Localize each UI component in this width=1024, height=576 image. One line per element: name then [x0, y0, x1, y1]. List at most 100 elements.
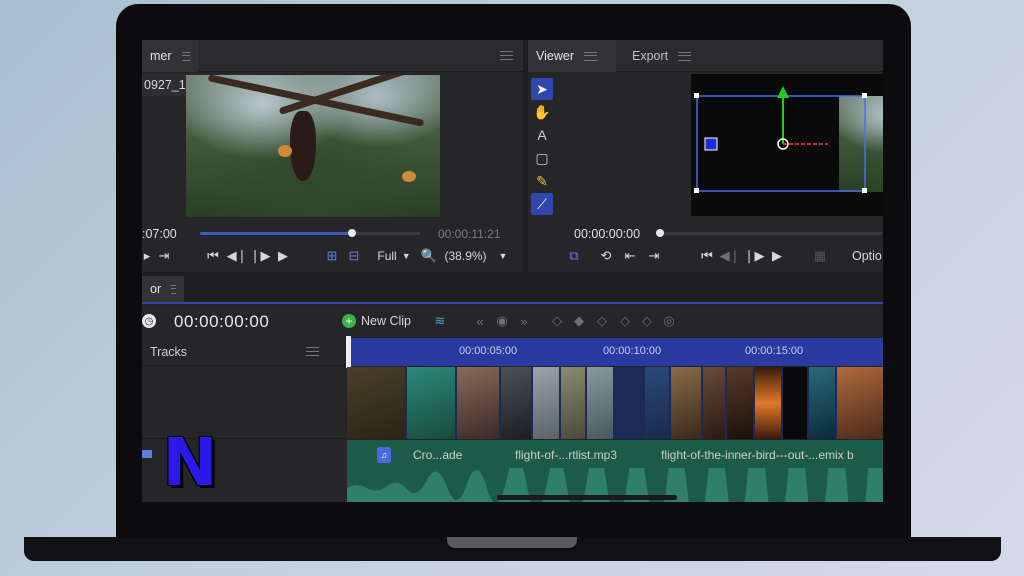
video-clip-thumbnail[interactable]: [407, 367, 455, 439]
keyframe-icon[interactable]: ◇: [550, 313, 564, 329]
leaf-shape: [402, 171, 416, 182]
skip-back-icon[interactable]: ⏮: [700, 248, 714, 264]
snapshot-icon[interactable]: ⧉: [566, 248, 582, 264]
source-scrub-bar[interactable]: [200, 229, 420, 237]
quality-dropdown[interactable]: Full ▼: [374, 248, 414, 264]
grid-icon[interactable]: ▦: [812, 246, 828, 266]
menu-icon[interactable]: [171, 284, 176, 294]
video-clip-thumbnail[interactable]: [727, 367, 753, 439]
keyframe-icon[interactable]: ◎: [662, 313, 676, 329]
program-scrub-bar[interactable]: [656, 229, 883, 237]
audio-track-header: N: [142, 430, 346, 502]
video-clip-thumbnail[interactable]: [561, 367, 585, 439]
source-scrub-knob[interactable]: [347, 229, 356, 237]
handle[interactable]: [862, 93, 867, 98]
tab-source-viewer[interactable]: mer: [142, 40, 198, 72]
zoom-dropdown[interactable]: (38.9%) ▼: [440, 248, 512, 264]
program-scrub-knob[interactable]: [656, 229, 664, 237]
anchor-square[interactable]: [704, 137, 718, 151]
tab-label: mer: [150, 49, 172, 63]
video-track[interactable]: [347, 367, 883, 439]
video-clip-thumbnail[interactable]: [671, 367, 701, 439]
source-current-time: :07:00: [142, 227, 177, 241]
leaf-shape: [278, 145, 292, 157]
video-clip-thumbnail[interactable]: [501, 367, 531, 439]
chevron-down-icon: ▼: [498, 251, 508, 261]
new-clip-button[interactable]: + New Clip: [342, 314, 411, 328]
handle[interactable]: [694, 93, 699, 98]
video-clip-thumbnail[interactable]: [755, 367, 781, 439]
folder-icon: [142, 450, 152, 458]
video-clip-thumbnail[interactable]: [837, 367, 883, 439]
program-viewer-panel: Viewer Export ➤ ✋ A ▢ ✎ ⟋ 00:00:00:00 ⧉ …: [528, 40, 883, 272]
source-viewer-panel: mer 0927_163445.mp4 :07:00 00:00:11:21 ▸…: [142, 40, 523, 272]
video-clip-thumbnail[interactable]: [703, 367, 725, 439]
next-keyframe-icon[interactable]: »: [516, 313, 532, 329]
quality-value: Full: [377, 249, 397, 263]
tab-label: or: [150, 282, 162, 296]
step-back-icon[interactable]: ◀❘: [227, 248, 248, 264]
timeline-ruler[interactable]: 00:00:05:00 00:00:10:00 00:00:15:00: [347, 338, 883, 366]
audio-clip[interactable]: flight-of-the-inner-bird---out-...emix b: [661, 444, 883, 466]
arrow-right-icon[interactable]: ▸: [142, 248, 152, 264]
laptop-notch: [447, 537, 577, 548]
ruler-mark: 00:00:05:00: [459, 345, 518, 357]
handle[interactable]: [694, 188, 699, 193]
play-icon[interactable]: ▶: [276, 248, 290, 264]
keyframe-icon[interactable]: ◇: [595, 313, 609, 329]
add-keyframe-icon[interactable]: ◉: [494, 313, 510, 329]
insert-clip-icon[interactable]: ⊞: [324, 248, 340, 264]
overlay-logo: N: [160, 424, 220, 501]
program-current-time: 00:00:00:00: [574, 227, 641, 241]
overwrite-clip-icon[interactable]: ⊟: [346, 248, 362, 264]
play-icon[interactable]: ▶: [770, 248, 784, 264]
selection-box: [696, 95, 866, 192]
step-back-icon[interactable]: ◀❘: [720, 248, 741, 264]
audio-clip[interactable]: ♫ Cro...ade: [377, 444, 497, 466]
bat-shape: [290, 111, 316, 181]
step-forward-icon[interactable]: ❘▶: [744, 248, 765, 264]
zoom-value: (38.9%): [444, 249, 487, 263]
timeline-panel: or ◷ 00:00:00:00 + New Clip ≋ « ◉ » ◇ ◆ …: [142, 276, 883, 502]
audio-track[interactable]: ♫ Cro...ade flight-of-...rtlist.mp3 flig…: [347, 440, 883, 502]
video-clip-thumbnail[interactable]: [347, 367, 405, 439]
new-clip-label: New Clip: [361, 314, 412, 328]
source-viewer-tabbar: mer: [142, 40, 523, 72]
tracks-header: Tracks: [142, 338, 346, 366]
menu-icon[interactable]: [181, 51, 191, 61]
layers-icon[interactable]: ≋: [432, 313, 448, 329]
video-clip-thumbnail[interactable]: [783, 367, 807, 439]
zoom-icon[interactable]: 🔍: [421, 248, 437, 264]
timeline-timecode: 00:00:00:00: [174, 312, 270, 331]
mark-out-icon[interactable]: ⇤: [622, 248, 638, 264]
mark-in-icon[interactable]: ⇥: [156, 248, 172, 264]
overlay-logo-letter: N: [162, 424, 218, 501]
horizontal-scrollbar[interactable]: [497, 495, 677, 500]
audio-clip[interactable]: flight-of-...rtlist.mp3: [515, 444, 655, 466]
playhead[interactable]: [346, 336, 351, 368]
transform-gizmo[interactable]: [528, 40, 883, 220]
tab-timeline[interactable]: or: [142, 276, 184, 302]
prev-keyframe-icon[interactable]: «: [472, 313, 488, 329]
timeline-tabbar: or: [142, 276, 883, 304]
options-button[interactable]: Optio: [852, 249, 882, 263]
handle[interactable]: [862, 188, 867, 193]
video-clip-thumbnail[interactable]: [457, 367, 499, 439]
video-clip-thumbnail[interactable]: [533, 367, 559, 439]
keyframe-icon[interactable]: ◆: [572, 313, 586, 329]
loop-icon[interactable]: ⟲: [598, 248, 614, 264]
panel-menu-icon[interactable]: [500, 51, 513, 60]
keyframe-icon[interactable]: ◇: [640, 313, 654, 329]
chevron-down-icon: ▼: [401, 251, 411, 261]
mark-in-icon[interactable]: ⇥: [646, 248, 662, 264]
menu-icon[interactable]: [306, 347, 319, 356]
skip-back-icon[interactable]: ⏮: [206, 248, 220, 264]
gizmo-y-arrow[interactable]: [777, 86, 789, 98]
video-clip-thumbnail[interactable]: [809, 367, 835, 439]
audio-file-icon: ♫: [377, 447, 391, 463]
keyframe-icon[interactable]: ◇: [618, 313, 632, 329]
step-forward-icon[interactable]: ❘▶: [250, 248, 271, 264]
video-clip-thumbnail[interactable]: [587, 367, 613, 439]
ruler-mark: 00:00:10:00: [603, 345, 662, 357]
video-clip-thumbnail[interactable]: [645, 367, 669, 439]
